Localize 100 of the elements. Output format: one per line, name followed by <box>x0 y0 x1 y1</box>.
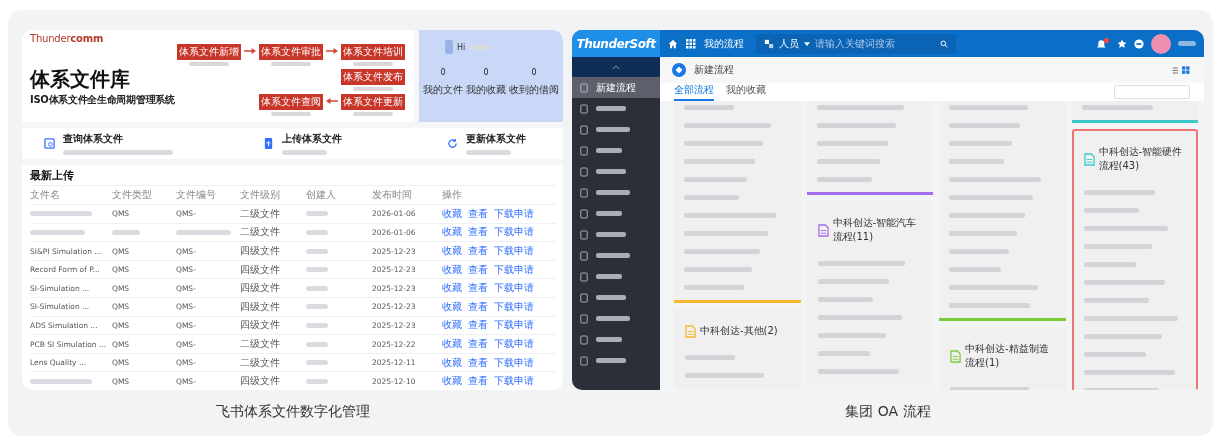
document-icon <box>950 349 961 363</box>
action-link[interactable]: 查看 <box>468 374 488 389</box>
action-link[interactable]: 收藏 <box>442 318 462 333</box>
blurred-text <box>816 159 880 164</box>
table-cell-text: 四级文件 <box>240 318 281 333</box>
blurred-text <box>271 112 311 116</box>
blurred-text <box>112 229 140 235</box>
blurred-text <box>685 355 735 360</box>
action-link[interactable]: 下载申请 <box>494 206 534 221</box>
blurred-text <box>1081 105 1153 110</box>
action-title[interactable]: 上传体系文件 <box>282 132 342 147</box>
action-link[interactable]: 下载申请 <box>494 225 534 240</box>
document-icon <box>1083 152 1095 166</box>
action-link[interactable]: 下载申请 <box>494 337 534 351</box>
search-field[interactable] <box>1114 85 1190 99</box>
blurred-text <box>949 231 1017 236</box>
action-link[interactable]: 下载申请 <box>494 355 534 370</box>
blurred-text <box>30 211 92 217</box>
action-link[interactable]: 收藏 <box>442 225 462 240</box>
action-link[interactable]: 查看 <box>468 318 488 333</box>
action-link[interactable]: 下载申请 <box>494 281 534 296</box>
action-link[interactable]: 下载申请 <box>494 299 534 314</box>
action-title[interactable]: 更新体系文件 <box>466 132 526 147</box>
document-icon <box>580 124 588 135</box>
action-link[interactable]: 查看 <box>468 225 488 240</box>
blurred-text <box>1083 190 1155 195</box>
search-icon[interactable] <box>44 138 55 150</box>
blurred-text <box>1083 298 1149 303</box>
star-icon[interactable] <box>1117 38 1127 49</box>
blurred-text <box>282 150 327 156</box>
refresh-icon[interactable] <box>447 138 458 150</box>
group-title[interactable]: 中科创达-智能硬件流程(43) <box>1098 145 1190 173</box>
action-link[interactable]: 查看 <box>468 206 488 221</box>
blurred-text <box>817 333 886 338</box>
action-link[interactable]: 下载申请 <box>494 374 534 389</box>
action-link[interactable]: 收藏 <box>442 337 462 351</box>
blurred-text <box>596 358 626 363</box>
action-link[interactable]: 收藏 <box>442 262 462 277</box>
action-link[interactable]: 查看 <box>468 262 488 277</box>
group-title[interactable]: 中科创达-其他(2) <box>700 324 778 338</box>
caret-icon <box>804 41 810 46</box>
collapse-icon[interactable] <box>612 64 620 70</box>
action-link[interactable]: 查看 <box>468 299 488 314</box>
table-cell-text: 四级文件 <box>240 281 281 296</box>
action-link[interactable]: 查看 <box>468 337 488 351</box>
table-cell-text: 四级文件 <box>240 374 281 389</box>
grid-icon[interactable] <box>686 38 696 49</box>
action-link[interactable]: 收藏 <box>442 244 462 259</box>
action-link[interactable]: 收藏 <box>442 374 462 389</box>
nav-link[interactable]: 我的流程 <box>704 36 744 51</box>
view-toggle-icon[interactable] <box>1172 65 1192 75</box>
flow-step: 体系文件审批 <box>259 44 323 60</box>
caption: 集团 OA 流程 <box>844 403 932 421</box>
stat-label: 我的收藏 <box>466 83 506 97</box>
action-link[interactable]: 收藏 <box>442 206 462 221</box>
column-header: 操作 <box>442 188 463 203</box>
blurred-text <box>684 285 744 290</box>
action-link[interactable]: 下载申请 <box>494 244 534 259</box>
blurred-text <box>684 195 739 200</box>
column-header: 文件级别 <box>240 188 281 203</box>
tab[interactable]: 我的收藏 <box>726 83 766 101</box>
flow-step: 体系文件新增 <box>177 44 241 60</box>
action-link[interactable]: 收藏 <box>442 355 462 370</box>
sidebar-item[interactable]: 新建流程 <box>572 77 660 98</box>
document-icon <box>580 208 588 219</box>
table-cell-text: 四级文件 <box>240 244 281 259</box>
greeting: Hi <box>457 42 466 52</box>
action-link[interactable]: 查看 <box>468 355 488 370</box>
bell-icon[interactable] <box>1096 37 1110 50</box>
action-link[interactable]: 下载申请 <box>494 262 534 277</box>
table-cell-text: 二级文件 <box>240 225 281 240</box>
blurred-text <box>596 190 630 195</box>
blurred-text <box>353 112 393 116</box>
group-title[interactable]: 中科创达-精益制造流程(1) <box>965 342 1059 370</box>
action-link[interactable]: 收藏 <box>442 281 462 296</box>
document-icon <box>685 324 696 338</box>
flow-step: 体系文件发布 <box>341 69 405 85</box>
blurred-text <box>306 267 328 273</box>
blurred-text <box>306 341 328 347</box>
group-title[interactable]: 中科创达-智能汽车流程(11) <box>832 216 926 244</box>
blurred-text <box>596 211 622 216</box>
search-field[interactable]: 人员 请输入关键词搜索 <box>756 33 956 54</box>
upload-icon[interactable] <box>263 138 274 150</box>
blurred-text <box>596 106 626 111</box>
action-link[interactable]: 查看 <box>468 244 488 259</box>
blurred-text <box>1178 41 1196 46</box>
blurred-text <box>1083 262 1136 267</box>
action-link[interactable]: 查看 <box>468 281 488 296</box>
minus-circle-icon[interactable] <box>1134 38 1144 49</box>
action-link[interactable]: 收藏 <box>442 299 462 314</box>
flow-icon <box>672 63 686 77</box>
blurred-text <box>684 159 755 164</box>
home-icon[interactable] <box>668 38 678 49</box>
person-dropdown[interactable]: 人员 <box>779 36 799 51</box>
blurred-text <box>306 285 328 291</box>
search-icon[interactable] <box>940 39 948 48</box>
column-header: 文件编号 <box>176 188 217 203</box>
action-title[interactable]: 查询体系文件 <box>63 132 173 147</box>
action-link[interactable]: 下载申请 <box>494 318 534 333</box>
blurred-text <box>353 62 393 66</box>
